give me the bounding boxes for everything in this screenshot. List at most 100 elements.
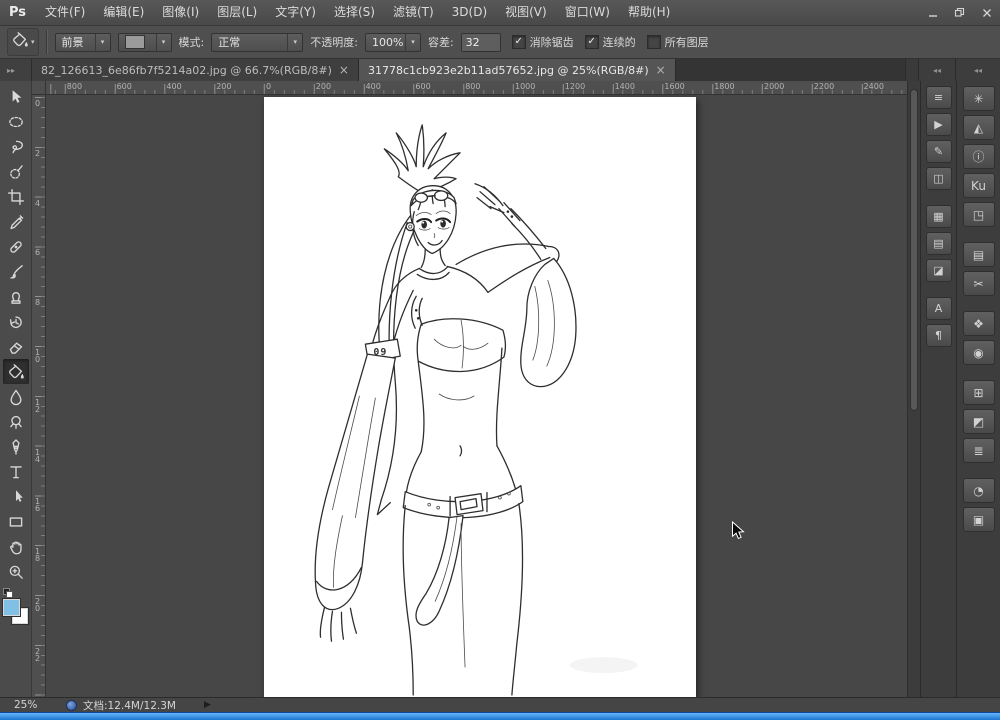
layer-comps-panel-icon[interactable]: ▤ <box>925 232 952 255</box>
spot-healing-brush-icon <box>9 240 22 253</box>
dock2-collapse-button[interactable]: ◂◂ <box>955 59 1000 81</box>
elliptical-marquee-tool[interactable] <box>3 109 29 134</box>
quick-selection-tool[interactable] <box>3 159 29 184</box>
notes-panel-icon[interactable]: ▤ <box>962 242 995 267</box>
ruler-top-label: 800 <box>66 82 83 91</box>
timeline-panel-icon[interactable]: ≡ <box>925 86 952 109</box>
clone-stamp-tool[interactable] <box>3 284 29 309</box>
restore-button[interactable] <box>946 0 973 25</box>
menu-file[interactable]: 文件(F) <box>36 0 94 25</box>
toolbar-collapse-button[interactable]: ▸▸ <box>0 59 32 81</box>
minimize-button[interactable] <box>919 0 946 25</box>
tool-presets-panel-icon[interactable]: ✎ <box>925 140 952 163</box>
rectangle-tool[interactable] <box>3 509 29 534</box>
actions-panel-icon[interactable]: ▶ <box>925 113 952 136</box>
document-tab-2[interactable]: 31778c1cb923e2b11ad57652.jpg @ 25%(RGB/8… <box>358 59 676 81</box>
vertical-scrollbar[interactable] <box>907 81 920 697</box>
hand-tool[interactable] <box>3 534 29 559</box>
character-panel-icon[interactable]: A <box>925 297 952 320</box>
info-panel-icon[interactable]: ⓘ <box>962 144 995 169</box>
histogram-panel-icon[interactable]: ◪ <box>925 259 952 282</box>
lasso-tool[interactable] <box>3 134 29 159</box>
menu-layer[interactable]: 图层(L) <box>208 0 266 25</box>
anti-alias-checkbox[interactable]: ✓ 消除锯齿 <box>511 34 574 50</box>
adjustments-panel-icon[interactable]: ◩ <box>962 409 995 434</box>
info-glyph: ⓘ <box>972 150 985 164</box>
3d-panel-icon[interactable]: ❖ <box>962 311 995 336</box>
eyedropper-tool[interactable] <box>3 209 29 234</box>
measurement-log-glyph: ✂ <box>973 276 984 291</box>
tab-bar-spacer <box>676 59 905 81</box>
menu-view[interactable]: 视图(V) <box>496 0 556 25</box>
path-selection-tool[interactable] <box>3 484 29 509</box>
type-icon <box>9 465 22 478</box>
status-flyout-arrow[interactable]: ▶ <box>204 700 211 710</box>
tolerance-input[interactable] <box>460 32 501 52</box>
ruler-left-label: 2 <box>33 148 42 156</box>
tool-preset-picker[interactable]: ▾ <box>7 28 39 56</box>
navigator-panel-icon[interactable]: ◭ <box>962 115 995 140</box>
close-tab-icon[interactable]: × <box>339 64 349 76</box>
menu-select[interactable]: 选择(S) <box>325 0 384 25</box>
mode-dropdown[interactable]: 正常 ▾ <box>211 32 304 52</box>
actions-glyph: ▶ <box>934 118 943 131</box>
pen-icon <box>11 438 20 455</box>
eraser-tool[interactable] <box>3 334 29 359</box>
paths-panel-icon[interactable]: ▣ <box>962 507 995 532</box>
ruler-corner[interactable] <box>32 81 46 95</box>
paint-bucket-tool[interactable] <box>2 359 29 384</box>
zoom-level-field[interactable]: 25% <box>0 699 66 711</box>
rectangle-icon <box>9 516 22 527</box>
zoom-tool[interactable] <box>3 559 29 584</box>
kuler-panel-icon[interactable]: Ku <box>962 173 995 198</box>
menu-image[interactable]: 图像(I) <box>153 0 208 25</box>
document-tab-1[interactable]: 82_126613_6e86fb7f5214a02.jpg @ 66.7%(RG… <box>32 59 359 81</box>
type-tool[interactable] <box>3 459 29 484</box>
adjustments-glyph: ◩ <box>972 414 985 429</box>
menu-edit[interactable]: 编辑(E) <box>94 0 153 25</box>
brush-tool[interactable] <box>3 259 29 284</box>
ruler-left[interactable]: 024681012141618202224 <box>32 95 46 697</box>
pen-tool[interactable] <box>3 434 29 459</box>
history-brush-tool[interactable] <box>3 309 29 334</box>
contiguous-checkbox[interactable]: ✓ 连续的 <box>584 34 636 50</box>
blur-tool[interactable] <box>3 384 29 409</box>
paragraph-panel-icon[interactable]: ¶ <box>925 324 952 347</box>
dodge-tool[interactable] <box>3 409 29 434</box>
scrollbar-thumb[interactable] <box>910 89 918 411</box>
move-tool[interactable] <box>3 84 29 109</box>
ruler-top[interactable]: 800 600 400 200 0 200 400 600 800 1000 1200 1400 160… <box>46 81 907 95</box>
close-button[interactable] <box>973 0 1000 25</box>
properties-panel-icon[interactable]: ◳ <box>962 202 995 227</box>
animation-panel-icon[interactable]: ◉ <box>962 340 995 365</box>
paint-bucket-icon <box>13 32 28 47</box>
paragraph-glyph: ¶ <box>935 329 942 342</box>
foreground-color-swatch[interactable] <box>1 598 21 617</box>
dock1-collapse-button[interactable]: ◂◂ <box>918 59 955 81</box>
opacity-dropdown[interactable]: 100% ▾ <box>364 32 421 52</box>
all-layers-checkbox[interactable]: ✓ 所有图层 <box>646 34 709 50</box>
document-canvas[interactable]: 09 <box>264 97 696 697</box>
menu-type[interactable]: 文字(Y) <box>266 0 325 25</box>
menu-filter[interactable]: 滤镜(T) <box>384 0 443 25</box>
clone-source-panel-icon[interactable]: ◫ <box>925 167 952 190</box>
brush-panel-icon[interactable]: ✳ <box>962 86 995 111</box>
menu-help[interactable]: 帮助(H) <box>619 0 679 25</box>
crop-tool[interactable] <box>3 184 29 209</box>
default-colors-icon[interactable] <box>2 588 13 598</box>
menu-3d[interactable]: 3D(D) <box>443 0 496 25</box>
styles-panel-icon[interactable]: ▦ <box>925 205 952 228</box>
layers-panel-icon[interactable]: ≣ <box>962 438 995 463</box>
menu-window[interactable]: 窗口(W) <box>556 0 619 25</box>
chevron-down-icon: ▾ <box>94 33 110 51</box>
lineart-girl-illustration: 09 <box>314 124 638 696</box>
fill-source-dropdown[interactable]: 前景 ▾ <box>54 32 111 52</box>
pattern-picker[interactable]: ▾ <box>117 32 172 52</box>
video-progress-bar[interactable] <box>0 712 1000 720</box>
close-tab-icon[interactable]: × <box>656 64 666 76</box>
measurement-log-panel-icon[interactable]: ✂ <box>962 271 995 296</box>
ruler-left-label: 14 <box>33 447 42 462</box>
swatches-panel-icon[interactable]: ⊞ <box>962 380 995 405</box>
channels-panel-icon[interactable]: ◔ <box>962 478 995 503</box>
spot-healing-brush-tool[interactable] <box>3 234 29 259</box>
